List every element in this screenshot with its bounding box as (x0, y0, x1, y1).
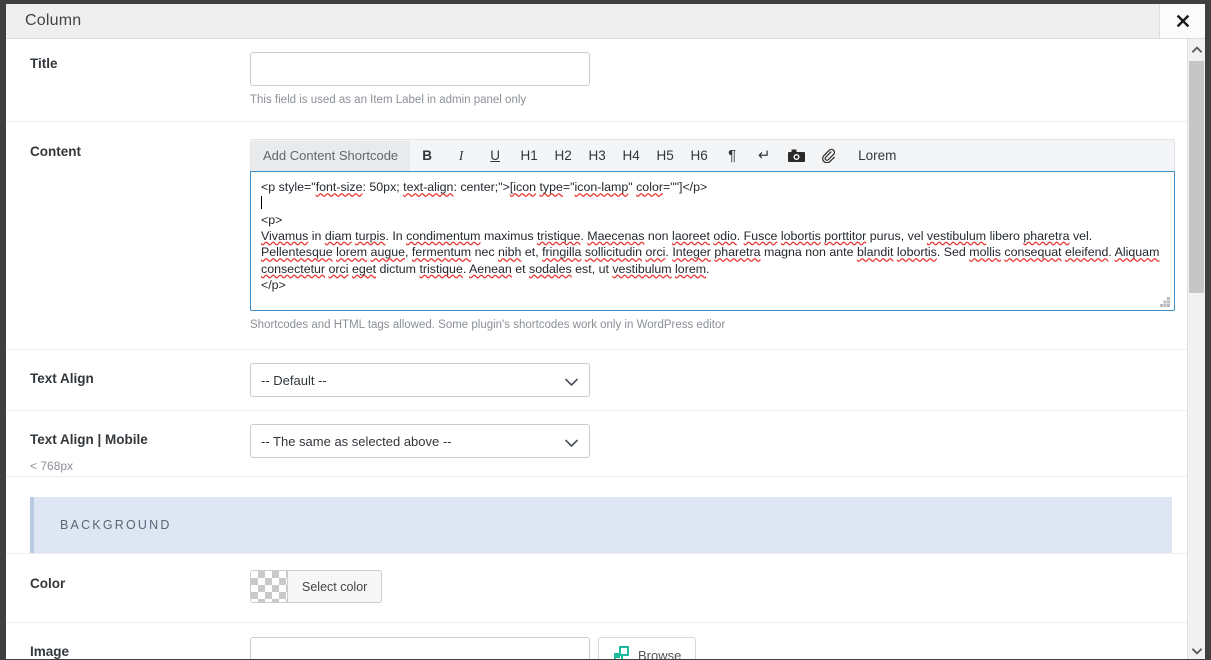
h2-button[interactable]: H2 (546, 141, 580, 171)
image-button[interactable] (780, 141, 812, 171)
content-editor: Add Content Shortcode B I U H1 H2 H3 H4 … (250, 139, 1175, 333)
close-icon (1176, 14, 1190, 28)
title-label: Title (30, 56, 58, 71)
italic-button[interactable]: I (444, 141, 478, 171)
select-color-label: Select color (287, 571, 381, 603)
lorem-button[interactable]: Lorem (844, 141, 904, 171)
section-background: BACKGROUND (6, 477, 1187, 555)
scroll-up-button[interactable] (1188, 39, 1205, 57)
section-header-background: BACKGROUND (30, 497, 1172, 554)
field-row-title: Title This field is used as an Item Labe… (6, 39, 1187, 123)
content-label-col: Content (6, 122, 250, 161)
field-row-text-align: Text Align -- Default -- (6, 350, 1187, 412)
title-help-text: This field is used as an Item Label in a… (250, 94, 527, 106)
camera-icon (787, 149, 805, 163)
editor-line-1: <p style="font-size: 50px; text-align: c… (261, 180, 708, 195)
field-row-content: Content Add Content Shortcode B I U H1 H… (6, 122, 1187, 351)
h4-button[interactable]: H4 (614, 141, 648, 171)
vertical-scrollbar[interactable] (1187, 39, 1205, 659)
paperclip-icon (821, 148, 836, 164)
line-break-button[interactable]: ↵ (748, 141, 780, 171)
browse-button[interactable]: Browse (598, 637, 697, 659)
image-field-col: Browse (250, 623, 1187, 659)
editor-line-4: Vivamus in diam turpis. In condimentum m… (261, 228, 1160, 276)
title-field-col: This field is used as an Item Label in a… (250, 39, 1187, 121)
text-align-label: Text Align (30, 371, 94, 387)
content-label: Content (30, 144, 81, 160)
color-label-col: Color (6, 554, 250, 593)
text-align-mobile-field-col: -- The same as selected above -- (250, 411, 1187, 471)
media-squares-icon (613, 645, 629, 659)
h3-button[interactable]: H3 (580, 141, 614, 171)
editor-line-3: <p> (261, 212, 283, 227)
color-swatch (251, 571, 287, 603)
title-input[interactable] (250, 52, 590, 86)
chevron-down-icon (1191, 643, 1202, 658)
browse-button-label: Browse (638, 647, 682, 659)
underline-button[interactable]: U (478, 141, 512, 171)
settings-scroll-viewport: Title This field is used as an Item Labe… (6, 39, 1187, 659)
field-row-text-align-mobile: Text Align | Mobile < 768px -- The same … (6, 411, 1187, 478)
image-browse-row: Browse (250, 637, 1172, 659)
close-button[interactable] (1159, 4, 1205, 38)
text-cursor (261, 196, 262, 210)
select-color-button[interactable]: Select color (250, 570, 383, 604)
modal-title: Column (25, 12, 82, 29)
add-content-shortcode-button[interactable]: Add Content Shortcode (251, 140, 411, 171)
text-align-mobile-label: Text Align | Mobile (30, 432, 148, 448)
color-label: Color (30, 576, 66, 592)
settings-form: Title This field is used as an Item Labe… (6, 39, 1187, 659)
text-align-mobile-sublabel: < 768px (30, 458, 74, 473)
column-settings-modal: Column Title This field is used as an It… (5, 3, 1206, 660)
image-label-col: Image (6, 623, 250, 659)
textarea-resize-handle[interactable] (1160, 296, 1171, 308)
text-align-mobile-label-col: Text Align | Mobile < 768px (6, 411, 250, 473)
text-align-field-col: -- Default -- (250, 350, 1187, 410)
h5-button[interactable]: H5 (648, 141, 682, 171)
content-help-text: Shortcodes and HTML tags allowed. Some p… (250, 319, 726, 332)
modal-titlebar: Column (6, 4, 1205, 39)
text-align-label-col: Text Align (6, 350, 250, 388)
text-align-mobile-select-wrap: -- The same as selected above -- (250, 424, 590, 459)
color-field-col: Select color (250, 554, 1187, 621)
image-path-input[interactable] (250, 637, 590, 659)
paragraph-button[interactable]: ¶ (716, 141, 748, 171)
field-row-image: Image Browse (6, 623, 1187, 659)
bold-button[interactable]: B (410, 141, 444, 171)
field-row-color: Color Select color (6, 554, 1187, 624)
h6-button[interactable]: H6 (682, 141, 716, 171)
scroll-down-button[interactable] (1188, 641, 1205, 659)
editor-line-5: </p> (261, 277, 286, 292)
text-align-select[interactable]: -- Default -- (250, 363, 590, 398)
image-label: Image (30, 644, 70, 659)
title-label-col: Title (6, 39, 250, 73)
section-title-background: BACKGROUND (60, 518, 172, 533)
content-textarea[interactable]: <p style="font-size: 50px; text-align: c… (250, 171, 1175, 312)
link-button[interactable] (812, 141, 844, 171)
h1-button[interactable]: H1 (512, 141, 546, 171)
content-field-col: Add Content Shortcode B I U H1 H2 H3 H4 … (250, 122, 1187, 349)
scrollbar-thumb[interactable] (1189, 61, 1204, 293)
text-align-mobile-select[interactable]: -- The same as selected above -- (250, 424, 590, 459)
text-align-select-wrap: -- Default -- (250, 363, 590, 398)
editor-toolbar: Add Content Shortcode B I U H1 H2 H3 H4 … (250, 139, 1175, 172)
chevron-up-icon (1191, 41, 1202, 56)
